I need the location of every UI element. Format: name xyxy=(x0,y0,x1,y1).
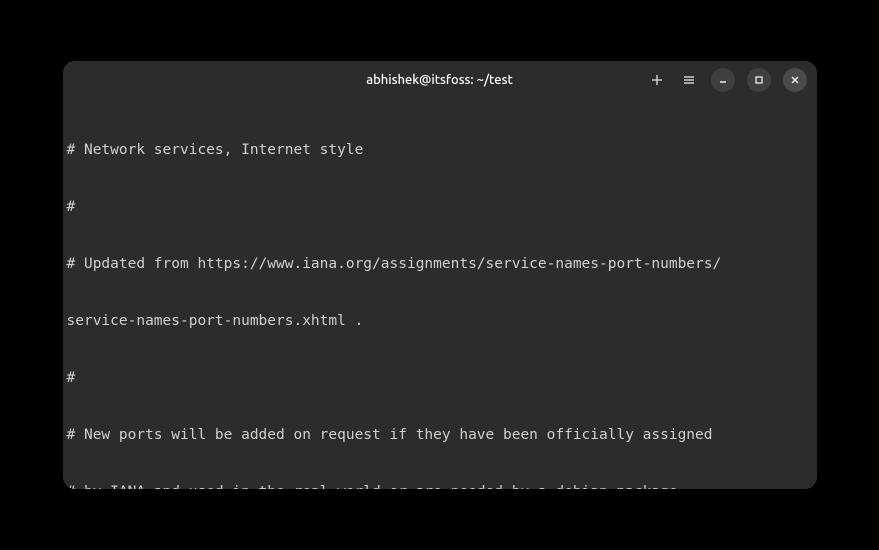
terminal-line: # xyxy=(63,198,817,217)
maximize-button[interactable] xyxy=(747,68,771,92)
terminal-line: # Updated from https://www.iana.org/assi… xyxy=(63,255,817,274)
minimize-button[interactable] xyxy=(711,68,735,92)
close-button[interactable] xyxy=(783,68,807,92)
close-icon xyxy=(790,75,800,85)
window-titlebar: abhishek@itsfoss: ~/test xyxy=(63,61,817,99)
new-tab-button[interactable] xyxy=(647,70,667,90)
titlebar-controls xyxy=(647,68,807,92)
terminal-content[interactable]: # Network services, Internet style # # U… xyxy=(63,99,817,489)
plus-icon xyxy=(650,73,664,87)
menu-button[interactable] xyxy=(679,70,699,90)
hamburger-icon xyxy=(682,73,696,87)
terminal-window: abhishek@itsfoss: ~/test xyxy=(63,61,817,489)
terminal-line: # Network services, Internet style xyxy=(63,141,817,160)
terminal-line: # by IANA and used in the real-world or … xyxy=(63,483,817,489)
terminal-line: service-names-port-numbers.xhtml . xyxy=(63,312,817,331)
minimize-icon xyxy=(718,75,728,85)
maximize-icon xyxy=(754,75,764,85)
terminal-line: # New ports will be added on request if … xyxy=(63,426,817,445)
terminal-line: # xyxy=(63,369,817,388)
